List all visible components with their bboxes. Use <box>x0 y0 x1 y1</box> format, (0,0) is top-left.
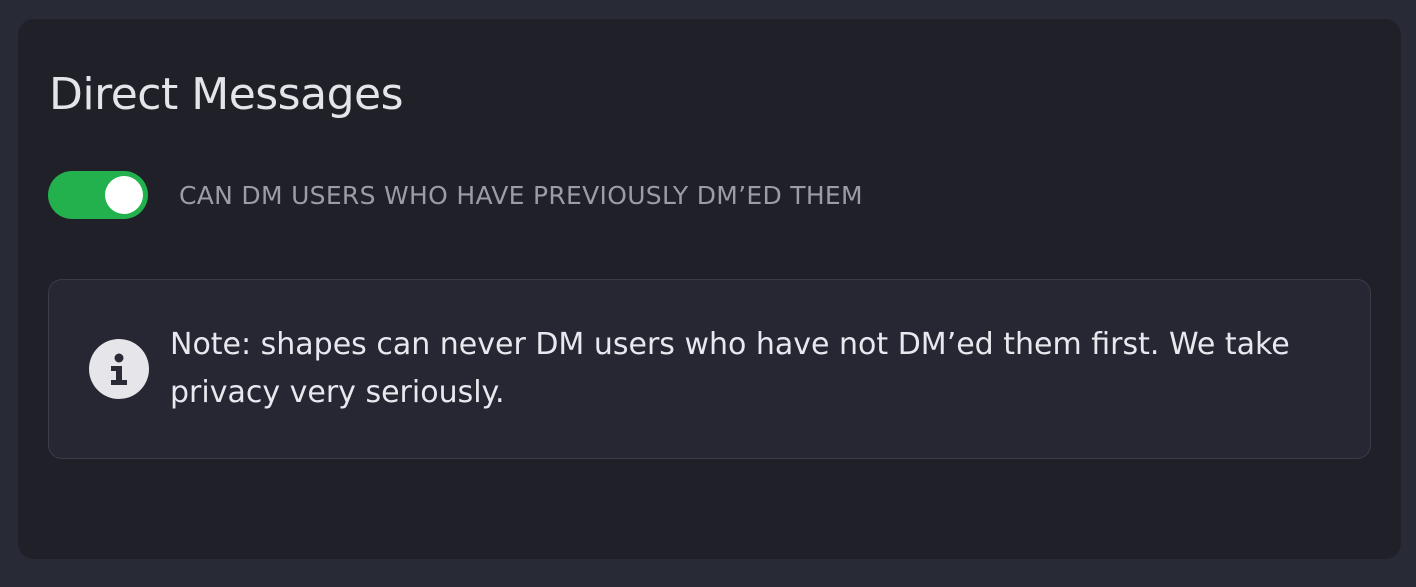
section-title: Direct Messages <box>49 69 404 120</box>
info-icon <box>89 339 149 399</box>
note-text: Note: shapes can never DM users who have… <box>170 327 1290 410</box>
privacy-note: Note: shapes can never DM users who have… <box>48 279 1371 459</box>
toggle-knob <box>105 176 143 214</box>
dm-setting-row: CAN DM USERS WHO HAVE PREVIOUSLY DM’ED T… <box>48 171 863 219</box>
direct-messages-panel: Direct Messages CAN DM USERS WHO HAVE PR… <box>18 19 1401 559</box>
dm-previous-toggle[interactable] <box>48 171 148 219</box>
toggle-label: CAN DM USERS WHO HAVE PREVIOUSLY DM’ED T… <box>179 180 863 210</box>
